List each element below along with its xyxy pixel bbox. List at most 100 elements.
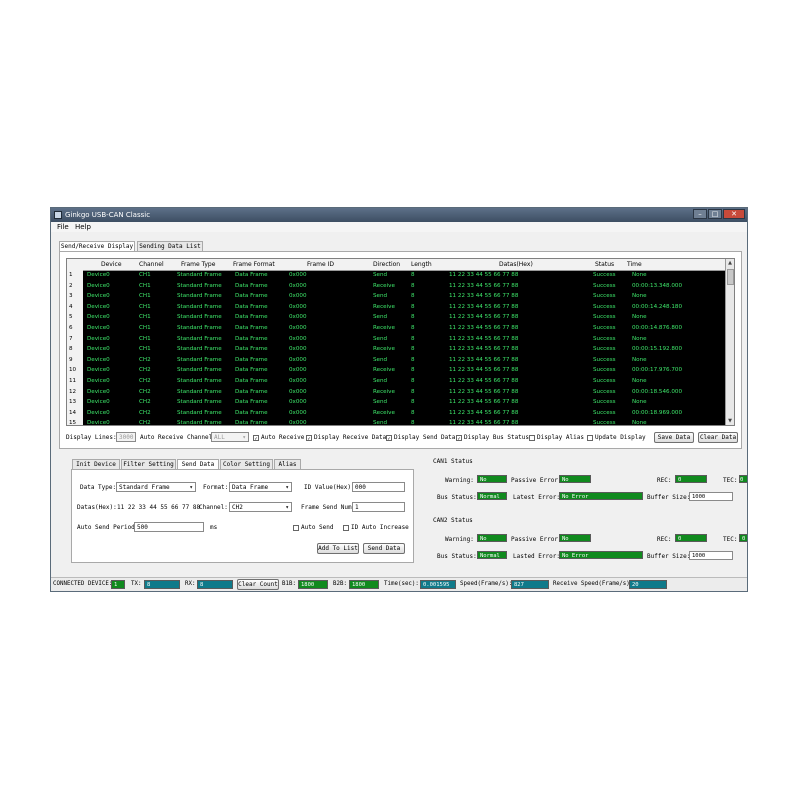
channel-select[interactable]: CH2 ▾ (229, 502, 292, 512)
cell-datas: 11 22 33 44 55 66 77 88 (449, 293, 519, 300)
id-value-input[interactable]: 000 (352, 482, 405, 492)
tab-filter-setting[interactable]: Filter Setting (121, 459, 176, 469)
cell-direction: Send (373, 335, 388, 342)
cell-device: Device0 (87, 409, 110, 416)
menu-help[interactable]: Help (75, 223, 91, 231)
cell-length: 8 (411, 272, 415, 278)
receive-speed-value: 20 (629, 580, 667, 589)
cell-channel: CH2 (139, 388, 151, 395)
cell-frame-id: 0x000 (289, 399, 307, 406)
table-row[interactable]: 13 Device0 CH2 Standard Frame Data Frame 0x00… (67, 397, 727, 408)
table-row[interactable]: 1 Device0 CH1 Standard Frame Data Frame 0x000… (67, 270, 727, 281)
maximize-button[interactable]: □ (708, 209, 722, 219)
col-status[interactable]: Status (595, 261, 614, 268)
table-row[interactable]: 12 Device0 CH2 Standard Frame Data Frame 0x00… (67, 386, 727, 398)
table-row[interactable]: 8 Device0 CH1 Standard Frame Data Frame 0x000… (67, 344, 727, 355)
table-row[interactable]: 3 Device0 CH1 Standard Frame Data Frame 0x000… (67, 291, 727, 302)
close-button[interactable]: ✕ (723, 209, 745, 219)
col-time[interactable]: Time (627, 261, 642, 268)
auto-receive-channel-select[interactable]: ALL ▾ (211, 432, 249, 442)
add-to-list-button[interactable]: Add To List (317, 543, 359, 554)
cell-frame-format: Data Frame (235, 325, 268, 331)
id-value-label: ID Value(Hex): (304, 484, 355, 491)
cell-frame-format: Data Frame (235, 272, 268, 278)
table-row[interactable]: 6 Device0 CH1 Standard Frame Data Frame 0x000… (67, 323, 727, 334)
cell-device: Device0 (87, 399, 110, 406)
scroll-thumb[interactable] (727, 269, 734, 285)
table-row[interactable]: 5 Device0 CH1 Standard Frame Data Frame 0x000… (67, 312, 727, 323)
datas-input[interactable]: 11 22 33 44 55 66 77 88 (117, 504, 200, 511)
col-frame-type[interactable]: Frame Type (181, 261, 215, 268)
frame-send-num-input[interactable]: 1 (352, 502, 405, 512)
display-send-data-checkbox[interactable]: ✓ Display Send Data (386, 434, 455, 442)
cell-channel: CH1 (139, 293, 151, 300)
cell-datas: 11 22 33 44 55 66 77 88 (449, 367, 519, 374)
col-datas[interactable]: Datas(Hex) (499, 261, 533, 268)
row-index: 6 (67, 323, 83, 334)
scroll-down-icon[interactable]: ▼ (726, 418, 734, 424)
tab-color-setting[interactable]: Color Setting (220, 459, 273, 469)
cell-channel: CH2 (139, 409, 151, 416)
update-display-checkbox[interactable]: Update Display (587, 434, 646, 441)
col-direction[interactable]: Direction (373, 261, 400, 268)
cell-time: None (632, 272, 647, 278)
minimize-button[interactable]: – (693, 209, 707, 219)
col-frame-format[interactable]: Frame Format (233, 261, 275, 268)
format-select[interactable]: Data Frame ▾ (229, 482, 292, 492)
col-device[interactable]: Device (101, 261, 122, 268)
can2-buffer-size-input[interactable]: 1000 (689, 551, 733, 560)
tab-sending-data-list[interactable]: Sending Data List (137, 241, 203, 251)
cell-frame-id: 0x000 (289, 303, 307, 310)
display-bus-status-checkbox[interactable]: ✓ Display Bus Status (456, 434, 529, 442)
display-lines-label: Display Lines: (66, 434, 117, 441)
display-lines-input[interactable]: 3000 (116, 432, 136, 442)
table-row[interactable]: 9 Device0 CH2 Standard Frame Data Frame 0x000… (67, 354, 727, 366)
table-row[interactable]: 2 Device0 CH1 Standard Frame Data Frame 0x000… (67, 280, 727, 292)
data-type-select[interactable]: Standard Frame ▾ (116, 482, 196, 492)
table-row[interactable]: 15 Device0 CH2 Standard Frame Data Frame 0x00… (67, 418, 727, 425)
display-alias-checkbox[interactable]: Display Alias (529, 434, 584, 441)
cell-datas: 11 22 33 44 55 66 77 88 (449, 378, 519, 384)
can1-bus-status-value: Normal (477, 492, 507, 500)
chevron-down-icon: ▾ (285, 504, 289, 511)
title-bar[interactable]: Ginkgo USB-CAN Classic – □ ✕ (51, 208, 747, 222)
cell-length: 8 (411, 293, 415, 300)
table-row[interactable]: 10 Device0 CH2 Standard Frame Data Frame 0x00… (67, 365, 727, 376)
data-type-label: Data Type: (80, 484, 117, 491)
scroll-up-icon[interactable]: ▲ (726, 260, 734, 266)
cell-direction: Receive (373, 325, 395, 331)
save-data-button[interactable]: Save Data (654, 432, 694, 443)
cell-status: Success (593, 335, 616, 342)
auto-send-checkbox[interactable]: Auto Send (293, 524, 334, 531)
table-row[interactable]: 14 Device0 CH2 Standard Frame Data Frame 0x00… (67, 407, 727, 419)
cell-status: Success (593, 293, 616, 300)
display-receive-data-checkbox[interactable]: ✓ Display Receive Data (306, 434, 386, 442)
grid-scrollbar[interactable]: ▲ ▼ (725, 259, 734, 425)
menu-file[interactable]: File (57, 223, 69, 231)
table-row[interactable]: 4 Device0 CH1 Standard Frame Data Frame 0x000… (67, 301, 727, 313)
frame-grid[interactable]: Device Channel Frame Type Frame Format F… (66, 258, 735, 426)
col-frame-id[interactable]: Frame ID (307, 261, 334, 268)
id-auto-increase-checkbox[interactable]: ID Auto Increase (343, 524, 409, 531)
clear-count-button[interactable]: Clear Count (237, 579, 279, 590)
tab-init-device[interactable]: Init Device (72, 459, 120, 469)
cell-status: Success (593, 303, 616, 310)
auto-receive-checkbox[interactable]: ✓ Auto Receive (253, 434, 304, 442)
send-data-button[interactable]: Send Data (363, 543, 405, 554)
table-row[interactable]: 7 Device0 CH1 Standard Frame Data Frame 0x000… (67, 333, 727, 345)
cell-time: 00:00:14.248.180 (632, 303, 683, 310)
col-channel[interactable]: Channel (139, 261, 164, 268)
id-auto-increase-label: ID Auto Increase (351, 524, 409, 531)
table-row[interactable]: 11 Device0 CH2 Standard Frame Data Frame 0x00… (67, 376, 727, 387)
auto-send-period-input[interactable]: 500 (134, 522, 204, 532)
clear-data-button[interactable]: Clear Data (698, 432, 738, 443)
cell-frame-type: Standard Frame (177, 346, 222, 353)
tab-alias[interactable]: Alias (274, 459, 301, 469)
can1-buffer-size-input[interactable]: 1000 (689, 492, 733, 501)
col-length[interactable]: Length (411, 261, 432, 268)
can2-rec-label: REC: (657, 536, 672, 543)
can2-bus-status-value: Normal (477, 551, 507, 559)
cell-time: None (632, 399, 647, 406)
cell-time: None (632, 378, 647, 384)
cell-frame-type: Standard Frame (177, 356, 222, 363)
